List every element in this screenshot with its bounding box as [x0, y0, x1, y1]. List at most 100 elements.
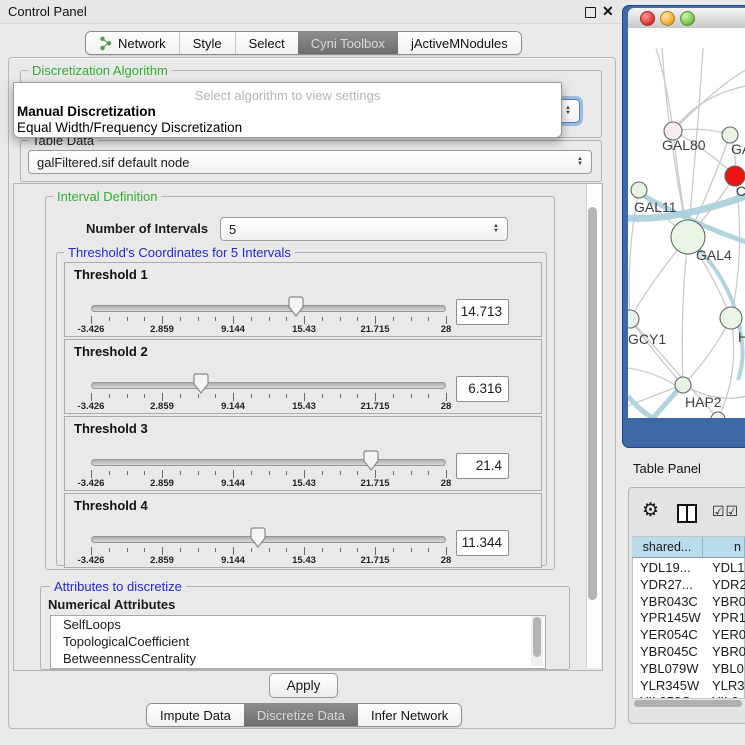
column-header-name[interactable]: n — [703, 537, 745, 558]
apply-button[interactable]: Apply — [269, 673, 338, 698]
close-traffic-light[interactable] — [640, 11, 655, 26]
slider-tick — [127, 317, 128, 321]
slider-track[interactable] — [91, 382, 446, 389]
zoom-traffic-light[interactable] — [680, 11, 695, 26]
slider-tick-label: -3.426 — [78, 478, 105, 489]
threshold-value-field[interactable]: 6.316 — [456, 376, 509, 402]
slider-tick-label: 9.144 — [221, 324, 245, 335]
threshold-panel: Threshold 4-3.4262.8599.14415.4321.71528… — [64, 493, 542, 568]
slider-tick — [233, 470, 234, 478]
minimize-traffic-light[interactable] — [660, 11, 675, 26]
slider-tick — [304, 393, 305, 401]
network-node[interactable] — [720, 307, 742, 329]
attribute-item[interactable]: BetweennessCentrality — [51, 650, 545, 667]
numerical-attributes-list[interactable]: SelfLoopsTopologicalCoefficientBetweenne… — [50, 615, 546, 669]
threshold-value-field[interactable]: 11.344 — [456, 530, 509, 556]
table-row[interactable]: YBL079WYBL0 — [632, 660, 745, 677]
vertical-scrollbar-thumb[interactable] — [588, 207, 597, 600]
columns-icon[interactable] — [677, 504, 697, 523]
network-node[interactable] — [631, 182, 647, 198]
dropdown-item-manual-discretization[interactable]: Manual Discretization — [17, 104, 156, 119]
slider-tick — [144, 317, 145, 321]
network-edge[interactable] — [656, 48, 673, 131]
network-node[interactable] — [628, 310, 639, 328]
table-row[interactable]: YDL19...YDL1 — [632, 559, 745, 576]
attribute-item[interactable]: TopologicalCoefficient — [51, 633, 545, 650]
slider-tick-label: 28 — [441, 555, 452, 566]
tab-impute-data[interactable]: Impute Data — [147, 704, 244, 726]
network-edge[interactable] — [682, 237, 688, 385]
attributes-scrollbar-thumb[interactable] — [533, 617, 541, 657]
slider-tick — [393, 471, 394, 475]
slider-thumb[interactable] — [193, 373, 209, 402]
network-edge[interactable] — [673, 86, 745, 131]
table-data-combobox[interactable]: galFiltered.sif default node ▲▼ — [28, 150, 592, 174]
network-edge[interactable] — [673, 70, 745, 131]
cell-shared-name: YBL079W — [640, 661, 699, 676]
slider-tick — [198, 317, 199, 321]
close-icon[interactable]: ✕ — [602, 3, 614, 20]
slider-tick — [269, 471, 270, 475]
tab-style[interactable]: Style — [179, 32, 235, 54]
slider-tick — [180, 317, 181, 321]
network-edge[interactable] — [683, 318, 731, 385]
slider-thumb[interactable] — [288, 296, 304, 325]
tab-jactivemnodules[interactable]: jActiveMNodules — [398, 32, 521, 54]
float-window-icon[interactable] — [585, 7, 596, 18]
table-row[interactable]: YDR27...YDR2 — [632, 576, 745, 593]
slider-tick — [109, 471, 110, 475]
slider-tick-label: 28 — [441, 324, 452, 335]
slider-tick-label: 9.144 — [221, 478, 245, 489]
number-of-intervals-spinner[interactable]: 5 ▲▼ — [220, 217, 508, 241]
tab-cyni-toolbox[interactable]: Cyni Toolbox — [298, 32, 398, 54]
column-header-shared-name[interactable]: shared... — [632, 537, 703, 558]
slider-tick — [393, 394, 394, 398]
threshold-value-field[interactable]: 21.4 — [456, 453, 509, 479]
table-row[interactable]: YLR345WYLR3 — [632, 677, 745, 694]
attribute-item[interactable]: SelfLoops — [51, 616, 545, 633]
discretization-algorithm-label: Discretization Algorithm — [28, 64, 172, 78]
horizontal-scrollbar-thumb[interactable] — [634, 700, 742, 707]
slider-tick — [233, 547, 234, 555]
table-row[interactable]: YER054C YER0 — [632, 626, 745, 643]
dropdown-placeholder-item[interactable]: Select algorithm to view settings — [14, 88, 561, 103]
slider-tick — [446, 470, 447, 478]
gear-icon[interactable]: ⚙ — [642, 499, 659, 522]
dropdown-item-equal-width[interactable]: Equal Width/Frequency Discretization — [17, 120, 242, 135]
threshold-value-field[interactable]: 14.713 — [456, 299, 509, 325]
slider-tick-label: -3.426 — [78, 401, 105, 412]
tab-infer-network[interactable]: Infer Network — [358, 704, 461, 726]
interval-definition-label: Interval Definition — [53, 190, 161, 204]
threshold-label: Threshold 4 — [74, 498, 148, 513]
slider-tick — [446, 547, 447, 555]
tab-discretize-data[interactable]: Discretize Data — [244, 704, 358, 726]
tab-network[interactable]: Network — [86, 32, 179, 54]
cell-name: YER0 — [712, 627, 745, 642]
slider-thumb[interactable] — [363, 450, 379, 479]
cell-shared-name: YER054C — [640, 627, 698, 642]
slider-tick — [340, 471, 341, 475]
slider-tick — [251, 317, 252, 321]
slider-tick — [322, 317, 323, 321]
slider-tick-label: 2.859 — [150, 555, 174, 566]
slider-track[interactable] — [91, 305, 446, 312]
checkboxes-icon[interactable]: ☑☑ — [712, 503, 739, 520]
control-panel-titlebar: Control Panel ✕ — [0, 0, 622, 24]
table-row[interactable]: YBR045CYBR0 — [632, 643, 745, 660]
algorithm-dropdown-popup: Select algorithm to view settings Manual… — [13, 82, 562, 138]
network-node[interactable] — [675, 377, 691, 393]
slider-track[interactable] — [91, 459, 446, 466]
slider-tick — [233, 316, 234, 324]
table-row[interactable]: YBR043CYBR0 — [632, 593, 745, 610]
control-panel-title: Control Panel — [8, 4, 87, 19]
slider-thumb[interactable] — [250, 527, 266, 556]
network-view-canvas[interactable]: GAL80GACGAL11GAL4GCY1HHAP2 — [628, 28, 745, 418]
tab-select[interactable]: Select — [235, 32, 298, 54]
table-panel-title: Table Panel — [633, 461, 701, 476]
slider-tick-label: 9.144 — [221, 555, 245, 566]
slider-track[interactable] — [91, 536, 446, 543]
table-row[interactable]: YPR145WYPR1 — [632, 609, 745, 626]
network-edge[interactable] — [628, 368, 675, 385]
slider-tick — [340, 548, 341, 552]
control-panel-tabbar: Network Style Select Cyni Toolbox jActiv… — [85, 31, 522, 55]
